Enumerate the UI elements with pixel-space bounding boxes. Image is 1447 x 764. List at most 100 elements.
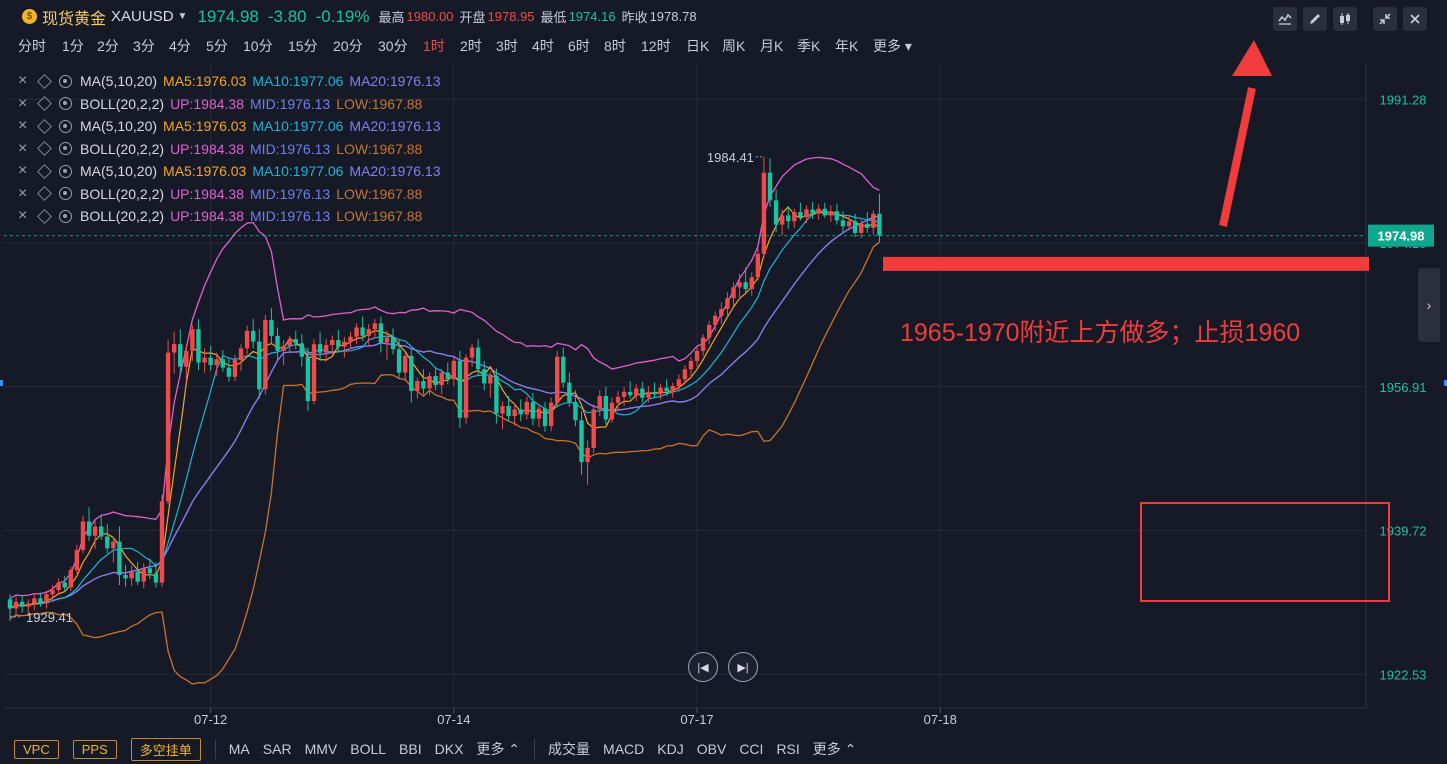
- main-indicator-3[interactable]: BOLL: [350, 741, 386, 757]
- candle[interactable]: [591, 404, 596, 453]
- indicator-value-2: MID:1976.13: [250, 208, 331, 225]
- toggle-button-1[interactable]: PPS: [72, 739, 117, 759]
- candle-body: [153, 573, 159, 583]
- main-indicator-5[interactable]: DKX: [435, 741, 464, 757]
- x-tick-label: 07-18: [924, 712, 957, 727]
- period-tab-4[interactable]: 4分: [169, 36, 191, 56]
- close-icon[interactable]: [1403, 7, 1427, 31]
- period-tab-9[interactable]: 30分: [378, 36, 408, 56]
- period-tab-17[interactable]: 日K: [686, 36, 709, 56]
- sub-indicator-6[interactable]: 更多 ⌃: [813, 739, 857, 759]
- candle-body: [786, 215, 791, 222]
- visibility-eye-icon[interactable]: [59, 74, 72, 88]
- toggle-button-0[interactable]: VPC: [14, 739, 59, 759]
- settings-icon[interactable]: [37, 73, 52, 89]
- period-tab-7[interactable]: 15分: [288, 36, 318, 56]
- candle[interactable]: [548, 397, 554, 432]
- remove-indicator-icon[interactable]: ×: [18, 140, 38, 158]
- candle-body: [555, 356, 560, 403]
- candle[interactable]: [68, 566, 73, 591]
- remove-indicator-icon[interactable]: ×: [18, 95, 38, 113]
- candle-body: [80, 521, 86, 550]
- remove-indicator-icon[interactable]: ×: [18, 207, 38, 225]
- chevron-down-icon[interactable]: ▼: [178, 11, 188, 22]
- visibility-eye-icon[interactable]: [59, 187, 72, 201]
- candle-body: [257, 341, 262, 390]
- period-tab-20[interactable]: 季K: [797, 36, 820, 56]
- period-tab-6[interactable]: 10分: [243, 36, 273, 56]
- sub-indicator-2[interactable]: KDJ: [657, 741, 683, 757]
- period-tab-22[interactable]: 更多 ▾: [873, 36, 912, 56]
- period-tab-19[interactable]: 月K: [760, 36, 783, 56]
- period-tab-18[interactable]: 周K: [722, 36, 745, 56]
- sub-indicator-0[interactable]: 成交量: [548, 739, 590, 759]
- symbol-selector[interactable]: XAUUSD: [111, 8, 174, 25]
- remove-indicator-icon[interactable]: ×: [18, 72, 38, 90]
- remove-indicator-icon[interactable]: ×: [18, 117, 38, 135]
- period-tab-0[interactable]: 分时: [18, 36, 46, 56]
- period-tab-15[interactable]: 8时: [604, 36, 626, 56]
- candle[interactable]: [555, 350, 560, 408]
- toggle-button-2[interactable]: 多空挂单: [130, 737, 201, 761]
- period-tab-5[interactable]: 5分: [206, 36, 228, 56]
- main-indicator-4[interactable]: BBI: [399, 741, 422, 757]
- candle[interactable]: [263, 314, 268, 395]
- jump-end-icon[interactable]: ▶|: [728, 652, 758, 682]
- visibility-eye-icon[interactable]: [59, 119, 72, 133]
- sub-indicator-4[interactable]: CCI: [739, 741, 763, 757]
- sub-indicator-1[interactable]: MACD: [603, 741, 644, 757]
- candle-body: [457, 360, 463, 418]
- main-indicator-0[interactable]: MA: [229, 741, 250, 757]
- period-tab-3[interactable]: 3分: [133, 36, 155, 56]
- candle[interactable]: [159, 494, 165, 587]
- candle-body: [287, 339, 292, 346]
- period-tab-8[interactable]: 20分: [333, 36, 363, 56]
- main-indicator-2[interactable]: MMV: [305, 741, 338, 757]
- period-tab-14[interactable]: 6时: [568, 36, 590, 56]
- candle-body: [117, 541, 122, 576]
- remove-indicator-icon[interactable]: ×: [18, 162, 38, 180]
- period-tab-2[interactable]: 2分: [97, 36, 119, 56]
- expand-panel-chevron-icon[interactable]: ›: [1418, 268, 1440, 342]
- settings-icon[interactable]: [37, 186, 52, 202]
- settings-icon[interactable]: [37, 118, 52, 134]
- candle[interactable]: [463, 354, 469, 424]
- sub-indicator-3[interactable]: OBV: [697, 741, 727, 757]
- period-tab-12[interactable]: 3时: [496, 36, 518, 56]
- candle[interactable]: [457, 350, 463, 428]
- jump-start-icon[interactable]: |◀: [688, 652, 718, 682]
- main-indicator-6[interactable]: 更多 ⌃: [476, 739, 520, 759]
- period-tab-1[interactable]: 1分: [62, 36, 84, 56]
- candle-body: [463, 357, 469, 418]
- candlestick-icon[interactable]: [1333, 7, 1357, 31]
- candle[interactable]: [165, 340, 171, 505]
- candle-body: [627, 391, 633, 396]
- visibility-eye-icon[interactable]: [59, 142, 72, 156]
- sub-indicator-5[interactable]: RSI: [776, 741, 799, 757]
- indicator-name: BOLL(20,2,2): [80, 185, 165, 202]
- period-tab-10[interactable]: 1时: [423, 36, 445, 56]
- visibility-eye-icon[interactable]: [59, 209, 72, 223]
- period-tab-13[interactable]: 4时: [532, 36, 554, 56]
- candle-body: [779, 215, 785, 225]
- settings-icon[interactable]: [37, 96, 52, 112]
- indicator-toolbar: VPC PPS 多空挂单 MA SAR MMV BOLL BBI DKX 更多 ⌃ 成交量 MACD K…: [0, 734, 1447, 764]
- settings-icon[interactable]: [37, 163, 52, 179]
- settings-icon[interactable]: [37, 141, 52, 157]
- period-tab-11[interactable]: 2时: [460, 36, 482, 56]
- support-line-drawing[interactable]: [883, 256, 1369, 271]
- visibility-eye-icon[interactable]: [59, 97, 72, 111]
- remove-indicator-icon[interactable]: ×: [18, 185, 38, 203]
- low-label: 最低: [540, 10, 567, 25]
- main-indicator-1[interactable]: SAR: [263, 741, 292, 757]
- candle-body: [804, 209, 809, 218]
- collapse-icon[interactable]: [1373, 7, 1397, 31]
- candle-body: [548, 402, 554, 427]
- period-tab-16[interactable]: 12时: [641, 36, 671, 56]
- visibility-eye-icon[interactable]: [59, 164, 72, 178]
- pencil-icon[interactable]: [1303, 7, 1327, 31]
- indicator-line-icon[interactable]: [1273, 7, 1297, 31]
- period-tab-21[interactable]: 年K: [835, 36, 858, 56]
- candle[interactable]: [311, 339, 317, 405]
- settings-icon[interactable]: [37, 208, 52, 224]
